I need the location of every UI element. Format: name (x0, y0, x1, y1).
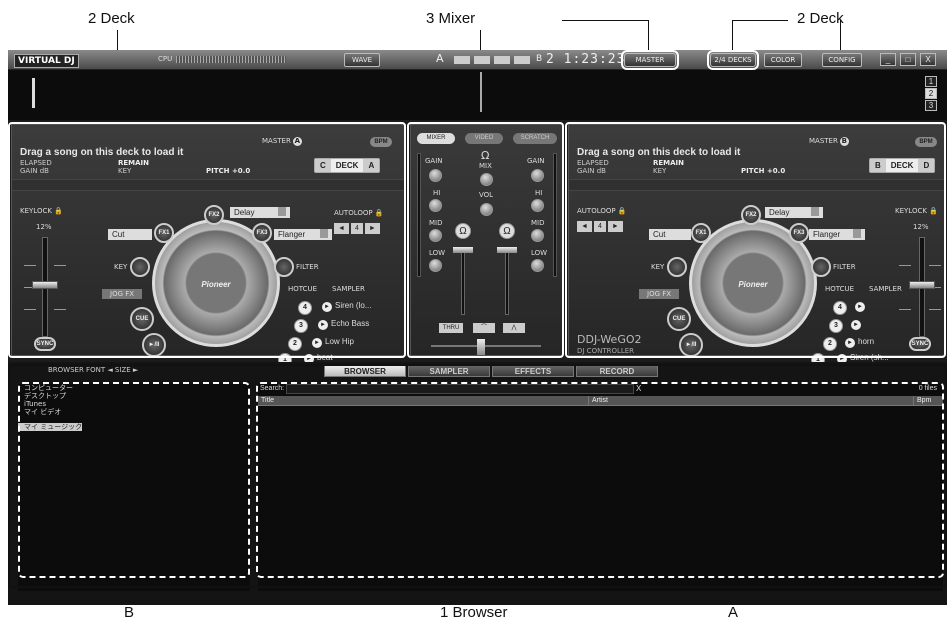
deck-num-1[interactable]: 1 (925, 76, 937, 87)
deck-num-3[interactable]: 3 (925, 100, 937, 111)
leader-decks (732, 20, 788, 21)
master-button[interactable]: MASTER (621, 50, 679, 70)
leader-master-v (648, 20, 649, 50)
waveform-area[interactable]: 1 2 3 (8, 70, 947, 120)
highlight-mixer (407, 122, 564, 358)
maximize-icon[interactable]: □ (900, 53, 916, 66)
callout-browser-a: A (728, 604, 739, 621)
close-icon[interactable]: X (920, 53, 936, 66)
minimize-icon[interactable]: _ (880, 53, 896, 66)
crossfader-a-label: A (436, 52, 444, 65)
wave-button[interactable]: WAVE (344, 53, 380, 67)
cpu-label: CPU (158, 55, 173, 63)
callout-browser-b: B (124, 604, 135, 621)
config-button[interactable]: CONFIG (822, 53, 862, 67)
app-logo: VIRTUAL DJ (14, 54, 79, 68)
title-bar: VIRTUAL DJ CPU WAVE A B 2 1:23:23 MASTER… (8, 50, 947, 70)
clock: 2 1:23:23 (546, 52, 626, 67)
crossfader-b-label: B (536, 54, 543, 64)
waveform-center-line (480, 72, 482, 112)
callout-deck-right: 2 Deck (797, 10, 844, 27)
callout-deck-left: 2 Deck (88, 10, 135, 27)
highlight-browser-b (18, 382, 250, 578)
leader-decks-v (732, 20, 733, 50)
highlight-deck-right (565, 122, 946, 358)
waveform-left-marker (32, 78, 35, 108)
leader-master (562, 20, 648, 21)
color-button[interactable]: COLOR (764, 53, 802, 67)
deck-num-2[interactable]: 2 (925, 88, 937, 99)
decks-toggle-button[interactable]: 2/4 DECKS (707, 50, 759, 70)
crossfader-indicator (454, 56, 534, 64)
highlight-deck-left (8, 122, 406, 358)
cpu-meter (176, 56, 286, 63)
highlight-browser-a (256, 382, 944, 578)
callout-browser: 1 Browser (440, 604, 508, 621)
callout-mixer: 3 Mixer (426, 10, 476, 27)
